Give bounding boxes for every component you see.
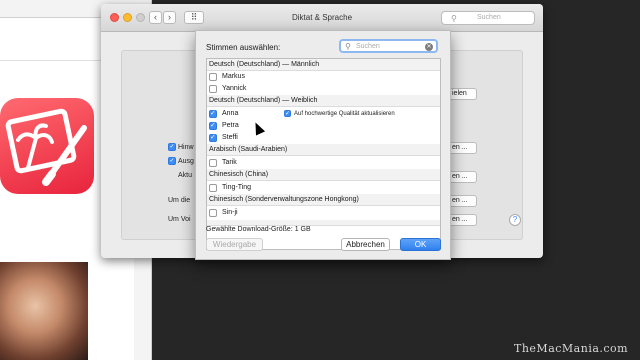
voice-list[interactable]: Deutsch (Deutschland) — Männlich Markus …	[206, 58, 441, 250]
clear-search-icon[interactable]: ✕	[425, 43, 433, 51]
hq-update-option[interactable]: Auf hochwertige Qualität aktualisieren	[284, 108, 395, 120]
voice-row[interactable]: Steffi	[207, 132, 440, 144]
voice-checkbox[interactable]	[209, 209, 217, 217]
voice-row[interactable]: Anna Auf hochwertige Qualität aktualisie…	[207, 108, 440, 120]
voice-checkbox[interactable]	[209, 108, 217, 120]
voice-row[interactable]: Petra	[207, 120, 440, 132]
group-label: Deutsch (Deutschland) — Männlich	[209, 61, 320, 68]
preview-button[interactable]: Wiedergabe	[206, 238, 263, 251]
group-header: Arabisch (Saudi-Arabien)	[207, 144, 440, 156]
voice-search-placeholder: Suchen	[356, 43, 380, 50]
group-header: Deutsch (Deutschland) — Männlich	[207, 59, 440, 71]
search-icon: ⚲	[451, 14, 457, 23]
group-header: Chinesisch (China)	[207, 169, 440, 181]
voice-checkbox[interactable]	[209, 120, 217, 132]
voice-name: Markus	[222, 73, 245, 80]
download-size-text: Gewählte Download-Größe: 1 GB	[206, 226, 311, 233]
voice-row[interactable]: Tarik	[207, 157, 440, 169]
hq-update-label: Auf hochwertige Qualität aktualisieren	[294, 111, 395, 117]
help-icon[interactable]: ?	[509, 214, 521, 226]
voice-checkbox[interactable]	[209, 85, 217, 93]
group-label: Deutsch (Deutschland) — Weiblich	[209, 97, 318, 104]
voice-name: Steffi	[222, 134, 238, 141]
watermark: TheMacMania.com	[514, 342, 629, 355]
preferences-titlebar: ‹ › ⠿ Diktat & Sprache ⚲ Suchen	[101, 4, 543, 32]
voice-row[interactable]: Yannick	[207, 83, 440, 95]
hq-update-checkbox[interactable]	[284, 108, 291, 120]
voice-selection-sheet: Stimmen auswählen: ⚲ Suchen ✕ Deutsch (D…	[195, 30, 451, 260]
voice-name: Yannick	[222, 85, 247, 92]
voice-row[interactable]: Ting-Ting	[207, 182, 440, 194]
voice-checkbox[interactable]	[209, 132, 217, 144]
preferences-search-placeholder: Suchen	[477, 14, 501, 21]
voice-checkbox[interactable]	[209, 184, 217, 192]
group-label: Chinesisch (China)	[209, 171, 269, 178]
voice-row[interactable]: Sin-ji	[207, 207, 440, 219]
palm-brush-icon	[5, 108, 87, 186]
group-label: Chinesisch (Sonderverwaltungszone Hongko…	[209, 196, 359, 203]
voice-row[interactable]: Markus	[207, 71, 440, 83]
voice-checkbox[interactable]	[209, 73, 217, 81]
cancel-button[interactable]: Abbrechen	[341, 238, 390, 251]
preferences-search-field[interactable]: ⚲ Suchen	[441, 11, 535, 25]
search-icon: ⚲	[345, 42, 351, 51]
sheet-heading: Stimmen auswählen:	[206, 43, 281, 52]
hinweis-checkbox[interactable]: ✓	[168, 143, 176, 151]
aktualisieren-label: Aktu	[178, 172, 193, 179]
voice-name: Ting-Ting	[222, 184, 252, 191]
um-die-label: Um die	[168, 197, 191, 204]
portrait-photo	[0, 262, 88, 360]
photo-app-icon	[0, 98, 94, 194]
ok-button[interactable]: OK	[400, 238, 441, 251]
hinweis-label: Hinw	[178, 144, 194, 151]
ausgabe-checkbox[interactable]: ✓	[168, 157, 176, 165]
voice-name: Tarik	[222, 159, 237, 166]
voice-name: Anna	[222, 110, 239, 117]
voice-checkbox[interactable]	[209, 159, 217, 167]
um-voi-label: Um Voi	[168, 216, 191, 223]
group-header: Chinesisch (Sonderverwaltungszone Hongko…	[207, 194, 440, 206]
voice-name: Petra	[222, 122, 239, 129]
group-label: Arabisch (Saudi-Arabien)	[209, 146, 288, 153]
group-header: Deutsch (Deutschland) — Weiblich	[207, 95, 440, 107]
ausgabe-label: Ausg	[178, 158, 194, 165]
voice-search-field[interactable]: ⚲ Suchen ✕	[339, 39, 438, 53]
voice-name: Sin-ji	[222, 209, 238, 216]
